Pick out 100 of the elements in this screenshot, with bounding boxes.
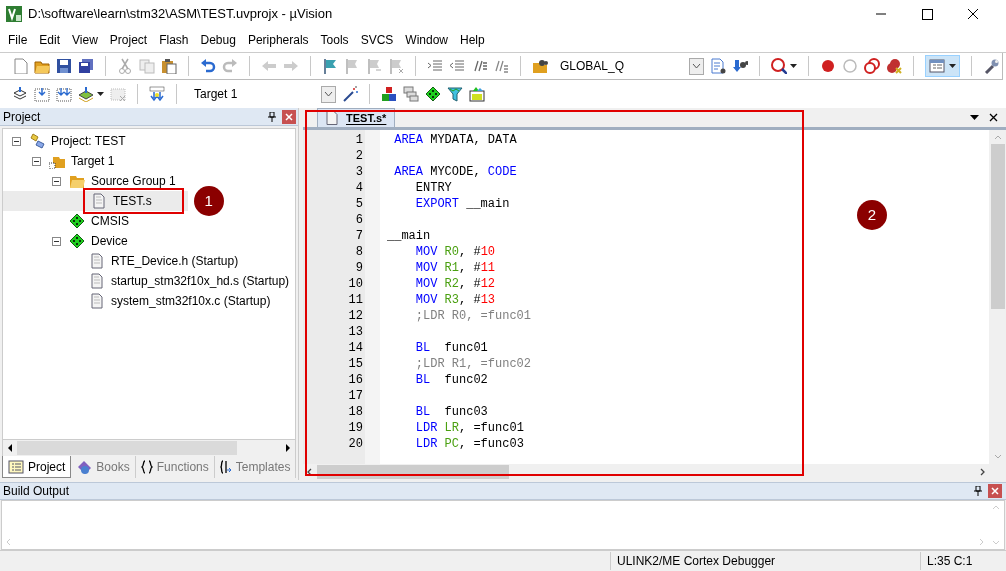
translate-icon[interactable]: [12, 86, 28, 102]
callout-badge: 1: [193, 186, 224, 216]
menu-item[interactable]: Peripherals: [241, 31, 315, 49]
code-line: LDR LR, =func01: [414, 420, 525, 436]
tree-item[interactable]: Device: [3, 231, 295, 251]
tree-item[interactable]: startup_stm32f10x_hd.s (Startup): [3, 271, 295, 291]
undo-icon[interactable]: [200, 58, 216, 74]
file-icon: [89, 273, 105, 289]
code-line: MOV R2, #12: [414, 276, 497, 292]
caret-icon[interactable]: [97, 92, 104, 96]
collapse-icon[interactable]: [31, 156, 41, 166]
line-number: 8: [355, 244, 363, 260]
dropdown-icon[interactable]: [970, 115, 979, 120]
close-icon[interactable]: [989, 113, 998, 122]
line-number: 18: [348, 404, 363, 420]
uncomment-icon[interactable]: [493, 58, 509, 74]
panel-title: Project: [3, 108, 42, 126]
book-icon: [76, 459, 93, 475]
editor-tab[interactable]: TEST.s*: [317, 108, 396, 127]
file-icon: [91, 193, 107, 209]
panel-tab[interactable]: Books: [71, 456, 136, 478]
tree-item[interactable]: Target 1: [3, 151, 295, 171]
collapse-icon[interactable]: [51, 176, 61, 186]
vertical-scrollbar[interactable]: [989, 130, 1006, 480]
code-line: ;LDR R1, =func02: [414, 356, 532, 372]
code-line: AREA MYCODE, CODE: [393, 164, 518, 180]
paste-icon[interactable]: [161, 58, 177, 74]
menu-item[interactable]: View: [66, 31, 104, 49]
breakpoints-icon[interactable]: [864, 58, 880, 74]
scrollbar-thumb[interactable]: [17, 441, 237, 455]
save-icon[interactable]: [56, 58, 72, 74]
panel-tab[interactable]: Project: [2, 456, 72, 478]
magic-wand-icon[interactable]: [342, 86, 358, 102]
tree-item[interactable]: TEST.s: [3, 191, 188, 211]
comment-icon[interactable]: [471, 58, 487, 74]
caret-icon[interactable]: [949, 64, 956, 68]
menu-item[interactable]: Debug: [194, 31, 242, 49]
breakpoint-icon[interactable]: [820, 58, 836, 74]
line-number: 15: [348, 356, 363, 372]
save-all-icon[interactable]: [78, 58, 94, 74]
menu-item[interactable]: Help: [454, 31, 491, 49]
collapse-icon[interactable]: [51, 236, 61, 246]
wrench-icon[interactable]: [983, 58, 999, 74]
line-number: 2: [355, 148, 363, 164]
panel-tab[interactable]: Functions: [135, 456, 215, 478]
menu-item[interactable]: File: [2, 31, 34, 49]
rebuild-icon[interactable]: [56, 86, 72, 102]
code-line: BL func03: [414, 404, 489, 420]
menu-item[interactable]: Tools: [314, 31, 355, 49]
code-line: ;LDR R0, =func01: [414, 308, 532, 324]
kill-breakpoints-icon[interactable]: [886, 58, 902, 74]
tree-item[interactable]: RTE_Device.h (Startup): [3, 251, 295, 271]
line-number: 10: [348, 276, 363, 292]
collapse-icon[interactable]: [11, 136, 21, 146]
menu-item[interactable]: Flash: [153, 31, 195, 49]
find-icon[interactable]: [710, 58, 726, 74]
status-text: ULINK2/ME Cortex Debugger: [610, 552, 920, 570]
tree-item[interactable]: system_stm32f10x.c (Startup): [3, 291, 295, 311]
panel-tab[interactable]: Templates: [214, 456, 297, 478]
build-icon[interactable]: [34, 86, 50, 102]
batch-build-icon[interactable]: [78, 86, 94, 102]
combo-value: GLOBAL_Q: [559, 58, 626, 75]
menu-item[interactable]: SVCS: [354, 31, 400, 49]
debug-icon[interactable]: [771, 58, 787, 74]
horizontal-scrollbar[interactable]: [303, 464, 989, 480]
close-icon[interactable]: [967, 8, 979, 20]
combo-value: Target 1: [193, 86, 239, 103]
window-title: D:\software\learn\stm32\ASM\TEST.uvprojx - µVision: [28, 5, 334, 24]
status-text: L:35 C:1: [920, 552, 1006, 570]
pin-icon[interactable]: [268, 111, 276, 122]
item-label: Source Group 1: [91, 173, 176, 190]
scrollbar-thumb[interactable]: [990, 144, 1005, 309]
panel-title: Build Output: [3, 483, 71, 500]
binoculars-icon[interactable]: [732, 58, 748, 74]
caret-icon[interactable]: [790, 64, 797, 68]
pin-icon[interactable]: [974, 486, 982, 496]
pack-icon[interactable]: [469, 86, 485, 102]
code-line: MOV R3, #13: [414, 292, 497, 308]
funnel-icon[interactable]: [447, 86, 463, 102]
open-folder-icon[interactable]: [34, 58, 50, 74]
folder-icon: [69, 173, 85, 189]
item-label: startup_stm32f10x_hd.s (Startup): [111, 273, 290, 290]
find-combo[interactable]: GLOBAL_Q: [554, 56, 704, 76]
windows-icon[interactable]: [403, 86, 419, 102]
target-combo[interactable]: Target 1: [188, 84, 336, 104]
components-icon[interactable]: [381, 86, 397, 102]
flag-icon[interactable]: [322, 58, 338, 74]
find-in-files-icon[interactable]: [532, 58, 548, 74]
menu-item[interactable]: Edit: [33, 31, 67, 49]
window-layout-button[interactable]: [925, 55, 960, 77]
horizontal-scrollbar[interactable]: [2, 440, 296, 456]
menu-item[interactable]: Project: [103, 31, 154, 49]
diamond-icon[interactable]: [425, 86, 441, 102]
menu-item[interactable]: Window: [399, 31, 454, 49]
download-icon[interactable]: [149, 86, 165, 102]
tree-item[interactable]: Project: TEST: [3, 131, 295, 151]
line-number: 7: [355, 228, 363, 244]
line-number: 16: [348, 372, 363, 388]
maximize-icon[interactable]: [921, 8, 933, 20]
item-label: Device: [91, 233, 128, 250]
